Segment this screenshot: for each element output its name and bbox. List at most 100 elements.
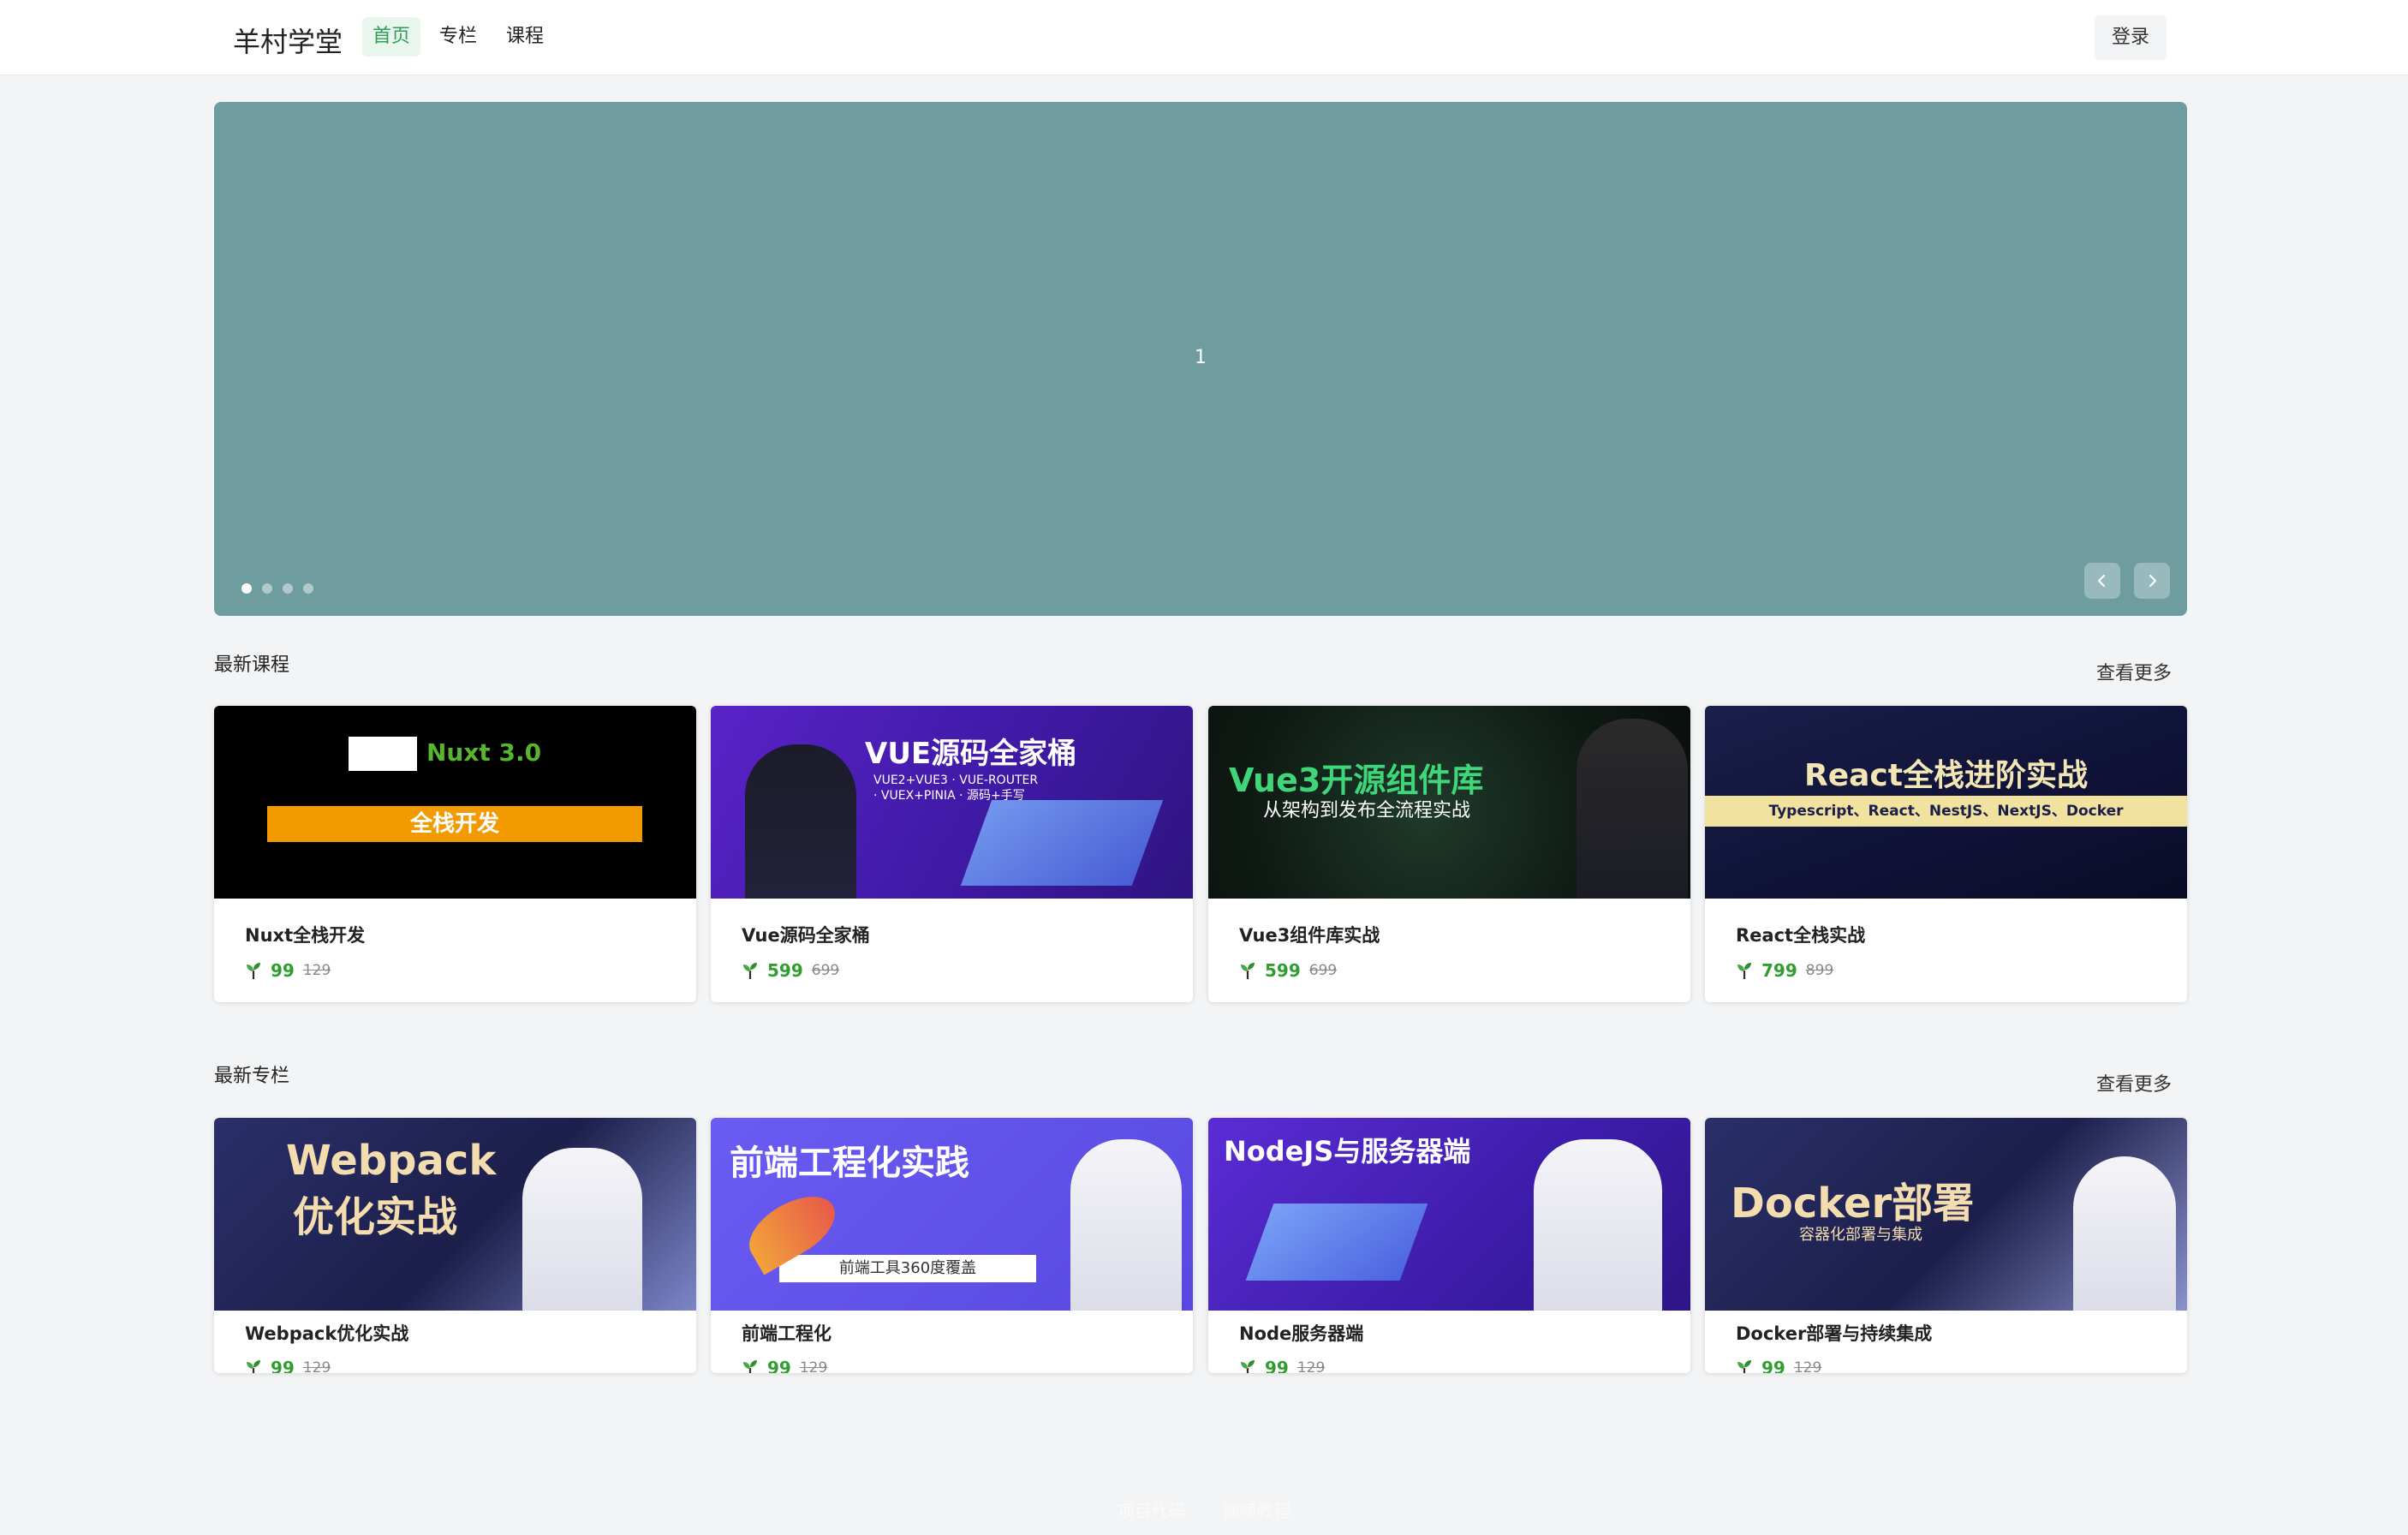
price-row: 599 699 bbox=[1239, 960, 1337, 981]
current-price: 599 bbox=[1265, 960, 1301, 981]
carousel-prev-button[interactable] bbox=[2084, 563, 2120, 599]
sprout-icon bbox=[1737, 963, 1751, 979]
top-header: 羊村学堂 首页 专栏 课程 登录 bbox=[0, 0, 2408, 75]
price-row: 599 699 bbox=[742, 960, 839, 981]
column-thumbnail: 前端工程化实践 前端工具360度覆盖 bbox=[711, 1118, 1193, 1311]
login-button[interactable]: 登录 bbox=[2095, 15, 2167, 60]
column-card[interactable]: Docker部署 容器化部署与集成 Docker部署与持续集成 99 129 bbox=[1705, 1118, 2187, 1373]
instructor-photo bbox=[2073, 1156, 2176, 1311]
footer-link-video-tutorial[interactable]: 视频教程 bbox=[1222, 1501, 1290, 1521]
column-name: Webpack优化实战 bbox=[245, 1323, 409, 1344]
column-thumbnail: Docker部署 容器化部署与集成 bbox=[1705, 1118, 2187, 1311]
current-price: 99 bbox=[767, 1358, 791, 1373]
course-card[interactable]: React全栈进阶实战 Typescript、React、NestJS、Next… bbox=[1705, 706, 2187, 1002]
original-price: 129 bbox=[799, 1359, 828, 1373]
thumb-subheading: Typescript、React、NestJS、NextJS、Docker bbox=[1705, 796, 2187, 827]
chevron-left-icon bbox=[2097, 574, 2106, 588]
column-name: Docker部署与持续集成 bbox=[1736, 1323, 1933, 1344]
thumb-subheading: 全栈开发 bbox=[267, 806, 642, 842]
banner-carousel[interactable]: 1 bbox=[214, 102, 2187, 616]
thumb-heading: NodeJS与服务器端 bbox=[1224, 1135, 1471, 1168]
price-row: 99 129 bbox=[742, 1358, 827, 1373]
illustration-graphic bbox=[1245, 1204, 1428, 1281]
course-card[interactable]: Nuxt 3.0 全栈开发 Nuxt全栈开发 99 129 bbox=[214, 706, 696, 1002]
price-row: 99 129 bbox=[1239, 1358, 1325, 1373]
carousel-dot[interactable] bbox=[303, 583, 313, 594]
column-card[interactable]: 前端工程化实践 前端工具360度覆盖 前端工程化 99 129 bbox=[711, 1118, 1193, 1373]
course-thumbnail: Nuxt 3.0 全栈开发 bbox=[214, 706, 696, 899]
footer-links: 项目代码 视频教程 bbox=[0, 1497, 2408, 1522]
carousel-next-button[interactable] bbox=[2134, 563, 2170, 599]
brand-logo-text[interactable]: 羊村学堂 bbox=[233, 21, 343, 60]
footer-link-project-code[interactable]: 项目代码 bbox=[1118, 1501, 1186, 1521]
original-price: 899 bbox=[1805, 962, 1834, 979]
sprout-icon bbox=[1737, 1360, 1751, 1373]
chevron-right-icon bbox=[2149, 574, 2157, 588]
instructor-photo bbox=[1070, 1139, 1182, 1311]
thumb-heading: Docker部署 bbox=[1731, 1180, 1975, 1227]
nav-item-courses[interactable]: 课程 bbox=[496, 17, 554, 57]
carousel-dot[interactable] bbox=[283, 583, 293, 594]
illustration-graphic bbox=[960, 800, 1164, 886]
sprout-icon bbox=[1241, 963, 1255, 979]
price-row: 799 899 bbox=[1736, 960, 1833, 981]
thumb-heading: Nuxt 3.0 bbox=[426, 738, 542, 767]
column-name: Node服务器端 bbox=[1239, 1323, 1364, 1344]
thumb-heading: 前端工程化实践 bbox=[730, 1144, 969, 1183]
original-price: 129 bbox=[302, 962, 331, 979]
course-name: Vue3组件库实战 bbox=[1239, 925, 1380, 946]
course-thumbnail: VUE源码全家桶 VUE2+VUE3 · VUE-ROUTER · VUEX+P… bbox=[711, 706, 1193, 899]
current-price: 799 bbox=[1761, 960, 1797, 981]
course-card[interactable]: Vue3开源组件库 从架构到发布全流程实战 Vue3组件库实战 599 699 bbox=[1208, 706, 1690, 1002]
columns-more-link[interactable]: 查看更多 bbox=[2096, 1069, 2172, 1096]
section-title-columns: 最新专栏 bbox=[214, 1066, 290, 1087]
sprout-icon bbox=[743, 963, 757, 979]
course-name: React全栈实战 bbox=[1736, 925, 1866, 946]
instructor-photo bbox=[1534, 1139, 1662, 1311]
thumb-subheading: VUE2+VUE3 · VUE-ROUTER · VUEX+PINIA · 源码… bbox=[873, 773, 1039, 803]
current-price: 599 bbox=[767, 960, 803, 981]
instructor-photo bbox=[522, 1148, 642, 1311]
carousel-dot[interactable] bbox=[241, 583, 252, 594]
thumb-heading: React全栈进阶实战 bbox=[1804, 758, 2088, 793]
sprout-icon bbox=[743, 1360, 757, 1373]
carousel-dot[interactable] bbox=[262, 583, 272, 594]
slide-number: 1 bbox=[1195, 347, 1207, 368]
column-name: 前端工程化 bbox=[742, 1323, 831, 1344]
thumb-heading: VUE源码全家桶 bbox=[865, 737, 1077, 771]
column-card[interactable]: Webpack 优化实战 Webpack优化实战 99 129 bbox=[214, 1118, 696, 1373]
nav-item-columns[interactable]: 专栏 bbox=[429, 17, 487, 57]
price-row: 99 129 bbox=[245, 1358, 331, 1373]
original-price: 699 bbox=[1308, 962, 1338, 979]
thumb-heading: Webpack bbox=[286, 1137, 497, 1185]
thumb-subheading: 优化实战 bbox=[293, 1193, 458, 1241]
current-price: 99 bbox=[271, 1358, 295, 1373]
course-thumbnail: React全栈进阶实战 Typescript、React、NestJS、Next… bbox=[1705, 706, 2187, 899]
course-name: Nuxt全栈开发 bbox=[245, 925, 366, 946]
instructor-photo bbox=[1577, 719, 1688, 899]
thumb-subheading: 容器化部署与集成 bbox=[1799, 1226, 1922, 1244]
thumb-subheading: 从架构到发布全流程实战 bbox=[1263, 800, 1471, 821]
course-name: Vue源码全家桶 bbox=[742, 925, 870, 946]
current-price: 99 bbox=[271, 960, 295, 981]
nav-item-home[interactable]: 首页 bbox=[362, 17, 421, 57]
current-price: 99 bbox=[1265, 1358, 1289, 1373]
thumb-heading: Vue3开源组件库 bbox=[1229, 762, 1484, 799]
instructor-photo bbox=[745, 744, 856, 899]
original-price: 129 bbox=[302, 1359, 331, 1373]
nuxt-logo-image bbox=[349, 737, 417, 771]
column-thumbnail: Webpack 优化实战 bbox=[214, 1118, 696, 1311]
price-row: 99 129 bbox=[245, 960, 331, 981]
column-card[interactable]: NodeJS与服务器端 Node服务器端 99 129 bbox=[1208, 1118, 1690, 1373]
current-price: 99 bbox=[1761, 1358, 1785, 1373]
course-card[interactable]: VUE源码全家桶 VUE2+VUE3 · VUE-ROUTER · VUEX+P… bbox=[711, 706, 1193, 1002]
original-price: 129 bbox=[1793, 1359, 1822, 1373]
courses-more-link[interactable]: 查看更多 bbox=[2096, 658, 2172, 685]
thumb-subheading: 前端工具360度覆盖 bbox=[779, 1255, 1036, 1282]
original-price: 699 bbox=[811, 962, 840, 979]
original-price: 129 bbox=[1296, 1359, 1326, 1373]
sprout-icon bbox=[247, 1360, 260, 1373]
section-title-courses: 最新课程 bbox=[214, 654, 290, 676]
price-row: 99 129 bbox=[1736, 1358, 1821, 1373]
course-thumbnail: Vue3开源组件库 从架构到发布全流程实战 bbox=[1208, 706, 1690, 899]
